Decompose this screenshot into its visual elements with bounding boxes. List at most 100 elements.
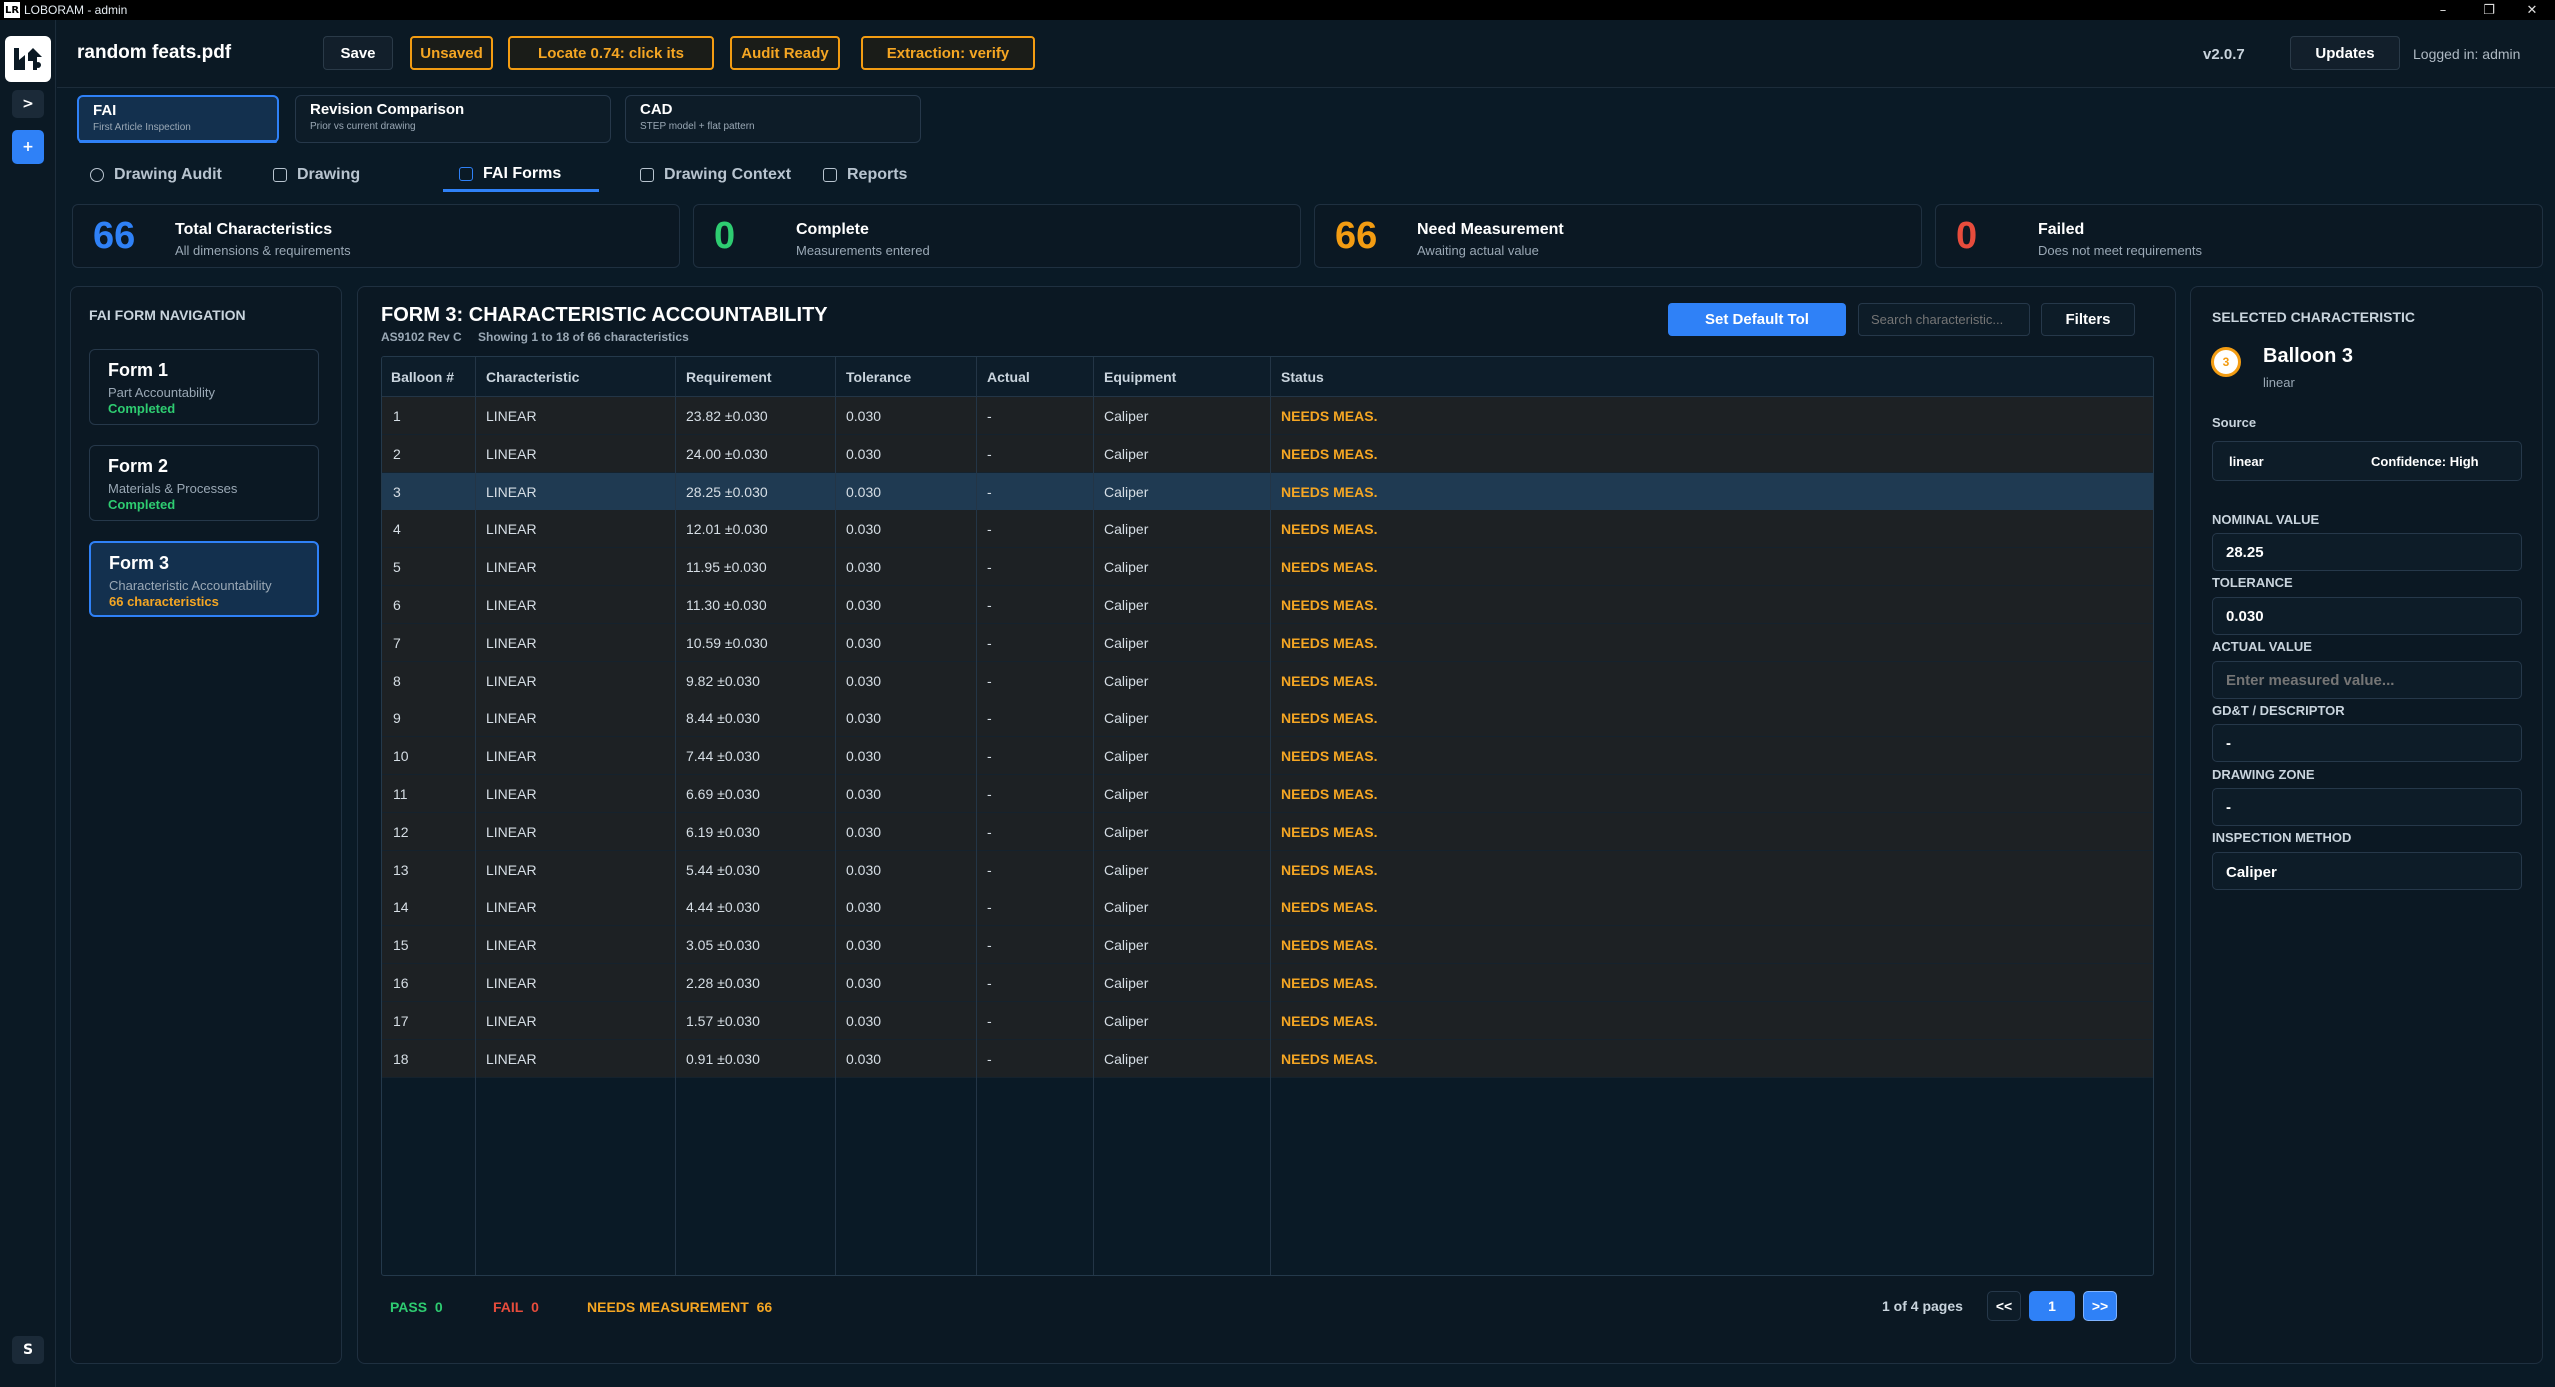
- stat-sub: Does not meet requirements: [2038, 243, 2203, 258]
- drawing-zone-field[interactable]: [2212, 788, 2522, 826]
- search-input[interactable]: [1858, 303, 2030, 336]
- close-icon[interactable]: ✕: [2509, 0, 2555, 20]
- form-1-item[interactable]: Form 1 Part Accountability Completed: [89, 349, 319, 425]
- table-row[interactable]: 7 LINEAR 10.59 ±0.030 0.030 - Caliper NEEDS ME…: [382, 623, 2153, 662]
- column-header[interactable]: Actual: [987, 369, 1030, 385]
- page-1-button[interactable]: 1: [2029, 1291, 2075, 1321]
- gdt-field[interactable]: [2212, 724, 2522, 762]
- tab-reports[interactable]: Reports: [823, 158, 907, 192]
- column-header[interactable]: Tolerance: [846, 369, 911, 385]
- column-divider: [475, 357, 476, 1275]
- needs-summary: NEEDS MEASUREMENT 66: [587, 1299, 772, 1315]
- user-avatar[interactable]: S: [12, 1336, 44, 1364]
- locate-badge[interactable]: Locate 0.74: click its: [508, 36, 714, 70]
- next-page-button[interactable]: >>: [2083, 1291, 2117, 1321]
- table-row[interactable]: 2 LINEAR 24.00 ±0.030 0.030 - Caliper NEEDS ME…: [382, 434, 2153, 473]
- mode-subtitle: Prior vs current drawing: [310, 121, 416, 132]
- tolerance-field[interactable]: [2212, 597, 2522, 635]
- table-cell: LINEAR: [486, 786, 537, 802]
- table-cell: Caliper: [1104, 823, 1149, 840]
- prev-page-button[interactable]: <<: [1987, 1291, 2021, 1321]
- table-cell: 0.030: [846, 710, 882, 727]
- table-row[interactable]: 17 LINEAR 1.57 ±0.030 0.030 - Caliper NEEDS ME…: [382, 1001, 2153, 1040]
- table-cell: 23.82 ±0.030: [686, 408, 768, 424]
- table-row[interactable]: 9 LINEAR 8.44 ±0.030 0.030 - Caliper NEEDS MEA…: [382, 699, 2153, 738]
- table-row[interactable]: 12 LINEAR 6.19 ±0.030 0.030 - Caliper NEEDS ME…: [382, 812, 2153, 851]
- table-cell: 6.69 ±0.030: [686, 786, 760, 802]
- table-cell: LINEAR: [486, 823, 537, 840]
- table-cell: LINEAR: [486, 861, 537, 878]
- extraction-badge[interactable]: Extraction: verify: [861, 36, 1035, 70]
- column-divider: [675, 357, 676, 1275]
- table-row[interactable]: 15 LINEAR 3.05 ±0.030 0.030 - Caliper NEEDS ME…: [382, 926, 2153, 965]
- stat-need-measurement: 66 Need Measurement Awaiting actual valu…: [1314, 204, 1922, 268]
- balloon-icon: 3: [2211, 347, 2241, 377]
- column-header[interactable]: Balloon #: [391, 369, 454, 385]
- table-row[interactable]: 6 LINEAR 11.30 ±0.030 0.030 - Caliper NEEDS ME…: [382, 586, 2153, 624]
- tab-drawing-context[interactable]: Drawing Context: [640, 158, 791, 192]
- table-row[interactable]: 18 LINEAR 0.91 ±0.030 0.030 - Caliper NEEDS ME…: [382, 1039, 2153, 1078]
- table-row[interactable]: 10 LINEAR 7.44 ±0.030 0.030 - Caliper NEEDS ME…: [382, 737, 2153, 776]
- table-cell: LINEAR: [486, 559, 537, 576]
- table-cell: 28.25 ±0.030: [686, 483, 768, 500]
- source-value: linear: [2229, 454, 2264, 469]
- app-logo[interactable]: [5, 36, 51, 82]
- stat-label: Total Characteristics: [175, 221, 333, 238]
- minimize-icon[interactable]: –: [2420, 0, 2466, 20]
- tab-drawing-audit[interactable]: Drawing Audit: [90, 158, 222, 192]
- stat-value: 66: [93, 215, 136, 257]
- table-cell: 5.44 ±0.030: [686, 861, 760, 878]
- mode-fai[interactable]: FAI First Article Inspection: [77, 95, 279, 143]
- table-cell: LINEAR: [486, 748, 537, 765]
- zone-label: DRAWING ZONE: [2212, 767, 2315, 782]
- table-cell: Caliper: [1104, 861, 1149, 878]
- actual-value-field[interactable]: [2212, 661, 2522, 699]
- mode-cad[interactable]: CAD STEP model + flat pattern: [625, 95, 921, 143]
- table-cell: NEEDS MEAS.: [1281, 672, 1378, 689]
- table-row[interactable]: 14 LINEAR 4.44 ±0.030 0.030 - Caliper NEEDS ME…: [382, 888, 2153, 927]
- table-cell: 0.030: [846, 861, 882, 878]
- inspection-method-select[interactable]: Caliper: [2212, 852, 2522, 890]
- add-button[interactable]: +: [12, 130, 44, 164]
- table-cell: NEEDS MEAS.: [1281, 634, 1378, 651]
- table-cell: Caliper: [1104, 1050, 1149, 1067]
- set-default-tol-button[interactable]: Set Default Tol: [1668, 303, 1846, 336]
- confidence-value: Confidence: High: [2371, 454, 2479, 469]
- stat-label: Need Measurement: [1417, 221, 1564, 238]
- save-button[interactable]: Save: [323, 36, 393, 70]
- table-cell: 8: [393, 672, 401, 689]
- table-row[interactable]: 13 LINEAR 5.44 ±0.030 0.030 - Caliper NEEDS ME…: [382, 850, 2153, 889]
- nav-title: FAI FORM NAVIGATION: [89, 307, 246, 323]
- form3-spec: AS9102 Rev C: [381, 330, 462, 344]
- left-rail: > + S: [0, 20, 56, 1387]
- table-row[interactable]: 4 LINEAR 12.01 ±0.030 0.030 - Caliper NEEDS ME…: [382, 510, 2153, 549]
- table-row[interactable]: 11 LINEAR 6.69 ±0.030 0.030 - Caliper NEEDS ME…: [382, 775, 2153, 813]
- mode-revision-comparison[interactable]: Revision Comparison Prior vs current dra…: [295, 95, 611, 143]
- form-2-item[interactable]: Form 2 Materials & Processes Completed: [89, 445, 319, 521]
- table-row[interactable]: 3 LINEAR 28.25 ±0.030 0.030 - Caliper NEEDS ME…: [382, 472, 2153, 511]
- filters-button[interactable]: Filters: [2041, 303, 2135, 336]
- table-cell: 0.030: [846, 634, 882, 651]
- column-header[interactable]: Status: [1281, 369, 1324, 385]
- nominal-value-field[interactable]: [2212, 533, 2522, 571]
- form-3-item[interactable]: Form 3 Characteristic Accountability 66 …: [89, 541, 319, 617]
- expand-sidebar-button[interactable]: >: [12, 90, 44, 118]
- table-row[interactable]: 5 LINEAR 11.95 ±0.030 0.030 - Caliper NEEDS ME…: [382, 548, 2153, 587]
- column-header[interactable]: Characteristic: [486, 369, 579, 385]
- table-cell: LINEAR: [486, 672, 537, 689]
- source-box: linear Confidence: High: [2212, 441, 2522, 481]
- column-header[interactable]: Requirement: [686, 369, 772, 385]
- table-row[interactable]: 8 LINEAR 9.82 ±0.030 0.030 - Caliper NEEDS MEA…: [382, 661, 2153, 700]
- restore-icon[interactable]: ❐: [2466, 0, 2512, 20]
- form-status: 66 characteristics: [109, 594, 219, 609]
- stat-value: 0: [714, 215, 736, 257]
- table-row[interactable]: 1 LINEAR 23.82 ±0.030 0.030 - Caliper NEEDS ME…: [382, 397, 2153, 435]
- table-cell: 5: [393, 559, 401, 576]
- updates-button[interactable]: Updates: [2290, 36, 2400, 70]
- table-row[interactable]: 16 LINEAR 2.28 ±0.030 0.030 - Caliper NEEDS ME…: [382, 964, 2153, 1002]
- tab-drawing[interactable]: Drawing: [273, 158, 360, 192]
- column-header[interactable]: Equipment: [1104, 369, 1176, 385]
- table-cell: 13: [393, 861, 409, 878]
- tab-fai-forms[interactable]: FAI Forms: [443, 158, 599, 192]
- table-cell: LINEAR: [486, 597, 537, 613]
